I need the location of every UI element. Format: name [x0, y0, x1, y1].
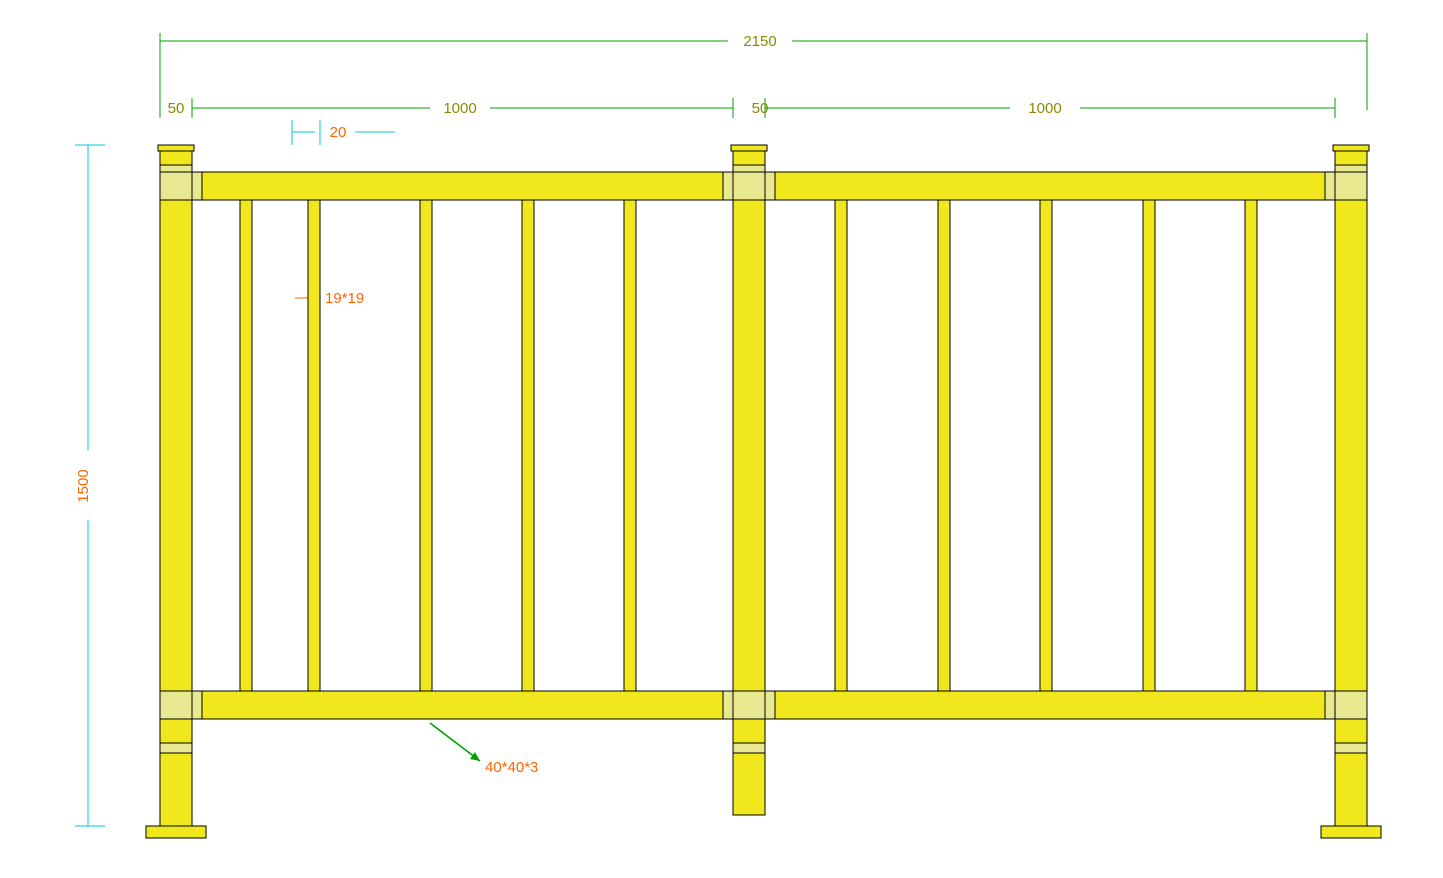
- picket-left-1: [308, 175, 320, 715]
- dim-overall-width: 2150: [160, 33, 1367, 110]
- dim-picket-width: 20: [292, 120, 395, 145]
- post-band-botrail-1: [733, 691, 765, 719]
- picket-left-3: [522, 175, 534, 715]
- callout-picket-section-label: 19*19: [325, 290, 364, 307]
- post-band-low-1: [733, 743, 765, 753]
- picket-right-0: [835, 175, 847, 715]
- post-band-botrail-0: [160, 691, 192, 719]
- picket-left-0: [240, 175, 252, 715]
- diagram-canvas: 2150 50 1000 50 1000 20: [0, 0, 1443, 878]
- post-cap-1: [731, 145, 767, 151]
- top-rail-band-l-0: [192, 172, 202, 200]
- fence-assembly: [146, 145, 1381, 838]
- top-rail-band-r-0: [723, 172, 733, 200]
- dim-overall-height-label: 1500: [75, 469, 92, 502]
- dim-span1-label: 1000: [443, 100, 476, 117]
- bottom-rail-band-l-0: [192, 691, 202, 719]
- callout-rail-section: 40*40*3: [430, 723, 538, 776]
- post-base-0: [146, 826, 206, 838]
- post-cap-2: [1333, 145, 1369, 151]
- bottom-rail-band-r-0: [723, 691, 733, 719]
- bottom-rail-0: [192, 691, 733, 719]
- dim-picket-width-label: 20: [330, 124, 347, 141]
- dim-end-post-label: 50: [168, 100, 185, 117]
- callout-picket-section: 19*19: [295, 290, 364, 307]
- post-band-low-0: [160, 743, 192, 753]
- dim-overall-height: 1500: [75, 145, 105, 826]
- picket-right-3: [1143, 175, 1155, 715]
- post-2: [1335, 151, 1367, 826]
- picket-right-4: [1245, 175, 1257, 715]
- top-rail-band-l-1: [765, 172, 775, 200]
- picket-right-2: [1040, 175, 1052, 715]
- top-rail-band-r-1: [1325, 172, 1335, 200]
- bottom-rail-band-l-1: [765, 691, 775, 719]
- post-band-toprail-2: [1335, 172, 1367, 200]
- dim-span2-label: 1000: [1028, 100, 1061, 117]
- top-rail-0: [192, 172, 733, 200]
- callout-rail-section-label: 40*40*3: [485, 759, 538, 776]
- dim-row2: 50 1000 50 1000: [160, 98, 1335, 118]
- dim-overall-width-label: 2150: [743, 33, 776, 50]
- post-0: [160, 151, 192, 826]
- picket-left-4: [624, 175, 636, 715]
- post-band-low-2: [1335, 743, 1367, 753]
- post-band-toprail-0: [160, 172, 192, 200]
- post-band-botrail-2: [1335, 691, 1367, 719]
- picket-left-2: [420, 175, 432, 715]
- post-band-toprail-1: [733, 172, 765, 200]
- post-base-2: [1321, 826, 1381, 838]
- top-rail-1: [765, 172, 1335, 200]
- bottom-rail-band-r-1: [1325, 691, 1335, 719]
- bottom-rail-1: [765, 691, 1335, 719]
- post-cap-0: [158, 145, 194, 151]
- picket-right-1: [938, 175, 950, 715]
